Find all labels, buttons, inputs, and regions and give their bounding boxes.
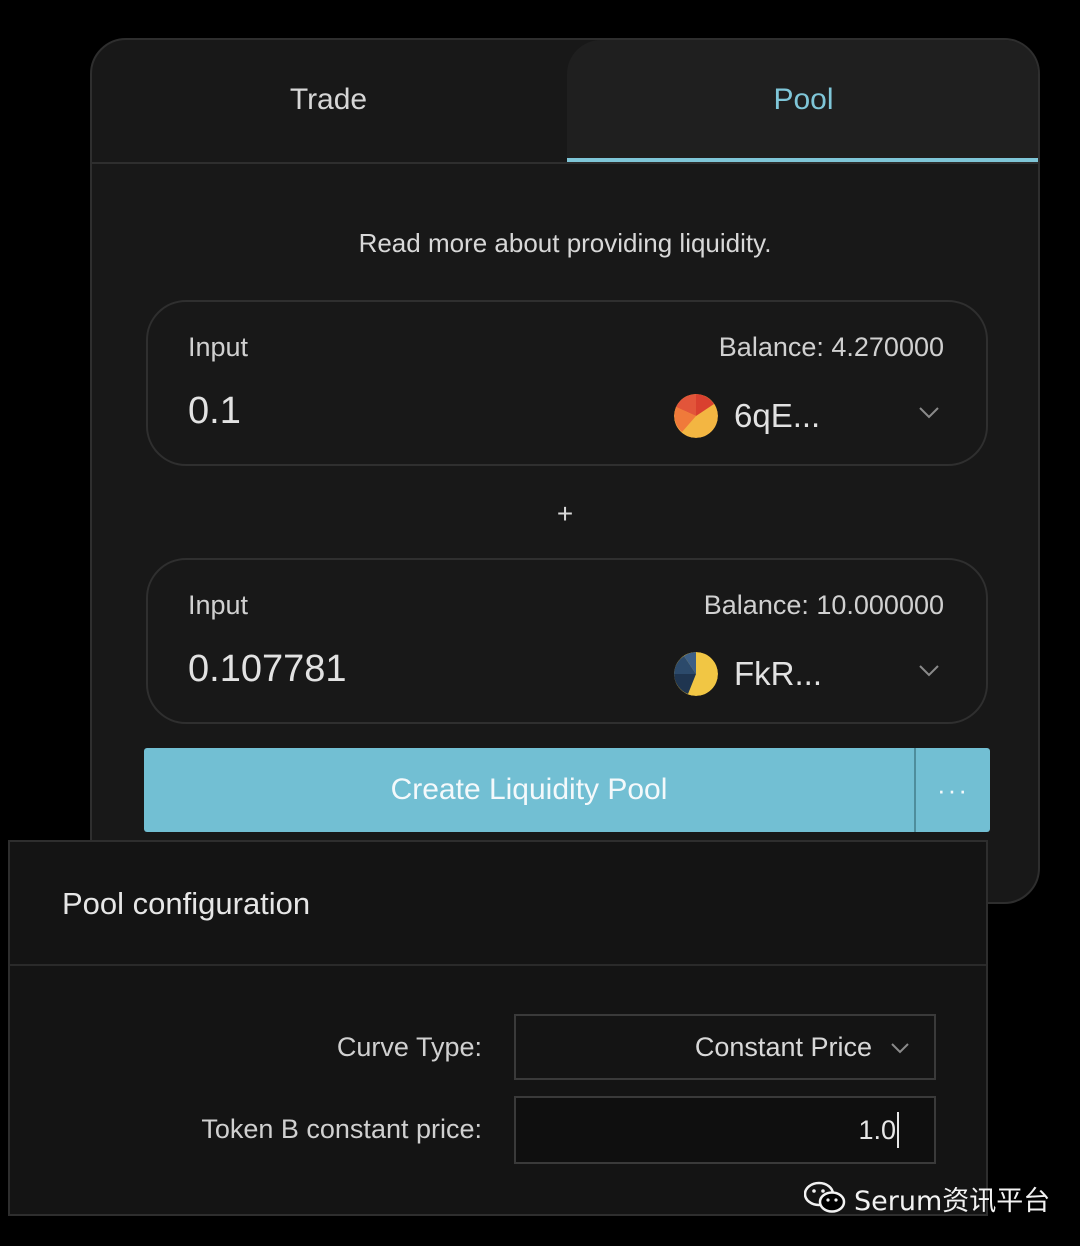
create-liquidity-pool-button[interactable]: Create Liquidity Pool bbox=[144, 748, 914, 832]
config-divider bbox=[10, 964, 986, 966]
token-b-input-box: Input Balance: 10.000000 FkR... bbox=[146, 558, 988, 724]
token-b-input-label: Input bbox=[188, 590, 249, 620]
liquidity-info-link[interactable]: Read more about providing liquidity. bbox=[92, 228, 1038, 259]
tab-bar: Trade Pool bbox=[92, 40, 1038, 164]
pool-configuration-panel: Pool configuration Curve Type: Constant … bbox=[8, 840, 988, 1216]
wechat-icon bbox=[804, 1181, 846, 1213]
token-b-price-input[interactable] bbox=[514, 1096, 936, 1164]
chevron-down-icon[interactable] bbox=[918, 406, 940, 420]
tab-trade[interactable]: Trade bbox=[92, 40, 565, 160]
watermark: Serum资讯平台 bbox=[804, 1178, 1050, 1218]
token-6qe-icon bbox=[674, 394, 718, 438]
chevron-down-icon bbox=[891, 1043, 909, 1054]
token-a-name: 6qE... bbox=[734, 397, 821, 434]
token-a-balance: Balance: 4.270000 bbox=[718, 332, 944, 362]
token-a-amount-input[interactable] bbox=[188, 390, 588, 433]
active-tab-indicator bbox=[567, 158, 1038, 162]
token-b-price-label: Token B constant price: bbox=[201, 1114, 482, 1144]
token-b-amount-input[interactable] bbox=[188, 648, 588, 691]
curve-type-value: Constant Price bbox=[694, 1032, 872, 1062]
token-fkr-icon bbox=[674, 652, 718, 696]
token-a-input-box: Input Balance: 4.270000 6qE... bbox=[146, 300, 988, 466]
token-b-selector[interactable]: FkR... bbox=[674, 650, 822, 698]
curve-type-select[interactable]: Constant Price bbox=[514, 1014, 936, 1080]
pool-configuration-title: Pool configuration bbox=[62, 886, 311, 921]
chevron-down-icon[interactable] bbox=[918, 664, 940, 678]
token-a-input-label: Input bbox=[188, 332, 249, 362]
token-a-selector[interactable]: 6qE... bbox=[674, 392, 820, 440]
curve-type-label: Curve Type: bbox=[336, 1032, 482, 1062]
pool-options-button[interactable]: ··· bbox=[916, 748, 990, 832]
text-caret bbox=[897, 1112, 899, 1148]
token-b-name: FkR... bbox=[734, 655, 822, 692]
pool-card: Trade Pool Read more about providing liq… bbox=[90, 38, 1040, 904]
plus-sign: + bbox=[556, 498, 574, 529]
watermark-text: Serum资讯平台 bbox=[854, 1185, 1051, 1217]
tab-pool[interactable]: Pool bbox=[567, 40, 1038, 160]
token-b-balance: Balance: 10.000000 bbox=[703, 590, 944, 620]
